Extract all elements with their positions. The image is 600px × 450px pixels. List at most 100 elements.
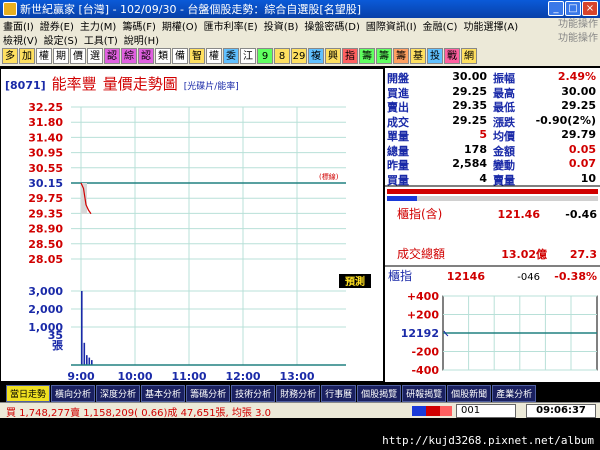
tab-4[interactable]: 籌碼分析 — [186, 384, 231, 402]
price-tick-label: 29.35 — [28, 207, 63, 220]
toolbar-button[interactable]: 權 — [206, 48, 222, 64]
toolbar-button[interactable]: 籌 — [359, 48, 375, 64]
tab-1[interactable]: 橫向分析 — [51, 384, 96, 402]
tab-9[interactable]: 研報揭覽 — [402, 384, 447, 402]
toolbar-button[interactable]: 網 — [461, 48, 477, 64]
toolbar-button[interactable]: 籌 — [376, 48, 392, 64]
index-change: -0.46 — [565, 208, 597, 221]
price-tick-label: 30.95 — [28, 147, 63, 160]
mini-index-pct: -0.38% — [554, 270, 597, 283]
price-chart-panel: [8071] 能率豐 量價走勢圖 [光碟片/能率] 32.25 31.80 31.4… — [0, 68, 385, 383]
menu-item[interactable]: 畫面(I) — [0, 18, 37, 33]
mini-index-label: 櫃指 — [388, 268, 412, 283]
toolbar-button[interactable]: 智 — [189, 48, 205, 64]
toolbar-button[interactable]: 基 — [410, 48, 426, 64]
menu-hint-secondary: 功能操作 — [558, 33, 598, 44]
toolbar-button[interactable]: 加 — [19, 48, 35, 64]
menu-item[interactable]: 主力(M) — [77, 18, 119, 33]
toolbar-button[interactable]: 9 — [257, 48, 273, 64]
tab-6[interactable]: 財務分析 — [276, 384, 321, 402]
toolbar-button[interactable]: 江 — [240, 48, 256, 64]
toolbar-button[interactable]: 價 — [70, 48, 86, 64]
tab-8[interactable]: 個股揭覽 — [357, 384, 402, 402]
volume-bar — [88, 357, 91, 365]
tab-0[interactable]: 當日走勢 — [6, 384, 51, 402]
strength-bar-rest — [417, 196, 598, 201]
toolbar-button[interactable]: 選 — [87, 48, 103, 64]
tab-2[interactable]: 深度分析 — [96, 384, 141, 402]
menu-item[interactable]: 國際資訊(I) — [363, 18, 420, 33]
menu-item[interactable]: 期權(O) — [159, 18, 201, 33]
toolbar-button[interactable]: 籌 — [393, 48, 409, 64]
toolbar-button[interactable]: 投 — [427, 48, 443, 64]
close-button[interactable]: × — [582, 1, 598, 16]
menu-item[interactable]: 工具(T) — [81, 32, 121, 47]
menu-item[interactable]: 籌碼(F) — [119, 18, 159, 33]
time-tick-label: 11:00 — [171, 370, 206, 383]
tab-5[interactable]: 技術分析 — [231, 384, 276, 402]
page-number-field[interactable]: 001 — [456, 404, 516, 418]
time-tick-label: 13:00 — [279, 370, 314, 383]
menu-item[interactable]: 操盤密碼(D) — [301, 18, 363, 33]
toolbar-button[interactable]: 29 — [291, 48, 307, 64]
toolbar-button[interactable]: 8 — [274, 48, 290, 64]
index-label: 櫃指(含) — [397, 206, 442, 221]
price-area-fill — [81, 183, 87, 214]
price-tick-label: 30.15 — [28, 177, 63, 190]
volume-tick-label: 3,000 — [28, 285, 63, 298]
toolbar-button[interactable]: 委 — [223, 48, 239, 64]
toolbar-button[interactable]: 多 — [2, 48, 18, 64]
toolbar-button[interactable]: 綜 — [121, 48, 137, 64]
menu-bar: 畫面(I) 證券(E) 主力(M) 籌碼(F) 期權(O) 匯市利率(E) 投資(B) 操盤密… — [0, 18, 600, 33]
price-tick-label: 28.50 — [28, 238, 63, 251]
tab-11[interactable]: 產業分析 — [492, 384, 537, 402]
toolbar-button[interactable]: 權 — [36, 48, 52, 64]
total-amount-value: 13.02億 — [501, 247, 547, 261]
mini-tick-label: +200 — [407, 309, 440, 322]
signal-bar-icon — [412, 406, 452, 416]
tab-7[interactable]: 行事曆 — [321, 384, 357, 402]
total-amount-label: 成交總額 — [397, 246, 445, 261]
toolbar-button[interactable]: 類 — [155, 48, 171, 64]
volume-bar — [81, 291, 83, 365]
time-tick-label: 10:00 — [117, 370, 152, 383]
status-bar: 買 1,748,277賣 1,158,209( 0.66)成 47,651張, … — [0, 402, 600, 419]
tab-3[interactable]: 基本分析 — [141, 384, 186, 402]
function-tabs: 當日走勢 橫向分析 深度分析 基本分析 籌碼分析 技術分析 財務分析 行事曆 個股揭覽 研報揭覽個… — [0, 384, 600, 402]
app-icon — [3, 2, 17, 16]
market-ticker: 買 1,748,277賣 1,158,209( 0.66)成 47,651張, … — [6, 408, 271, 419]
tab-10[interactable]: 個股新聞 — [447, 384, 492, 402]
minimize-button[interactable]: _ — [548, 1, 564, 16]
price-tick-label: 31.40 — [28, 131, 63, 144]
toolbar-button[interactable]: 備 — [172, 48, 188, 64]
menu-item[interactable]: 檢視(V) — [0, 32, 41, 47]
window-title: 新世紀贏家 [台灣] - 102/09/30 - 台盤個股走勢：綜合自選股[名望… — [20, 3, 361, 16]
menu-item[interactable]: 證券(E) — [37, 18, 77, 33]
title-bar: 新世紀贏家 [台灣] - 102/09/30 - 台盤個股走勢：綜合自選股[名望… — [0, 0, 600, 18]
toolbar-button[interactable]: 戰 — [444, 48, 460, 64]
footer: http://kujd3268.pixnet.net/album — [0, 418, 600, 450]
menu-item[interactable]: 設定(S) — [41, 32, 81, 47]
toolbar-button[interactable]: 興 — [325, 48, 341, 64]
menu-hint: 功能操作 — [558, 19, 598, 30]
maximize-button[interactable]: □ — [565, 1, 581, 16]
toolbar-button[interactable]: 認 — [104, 48, 120, 64]
mini-tick-label: 12192 — [401, 327, 439, 340]
menu-item[interactable]: 金融(C) — [420, 18, 461, 33]
reference-line-label: (標線) — [319, 172, 339, 181]
menu-item[interactable]: 功能選擇(A) — [460, 18, 521, 33]
price-chart[interactable]: 32.25 31.80 31.40 30.95 30.55 30.15 29.75 29.35… — [1, 69, 385, 383]
menu-item[interactable]: 投資(B) — [261, 18, 302, 33]
time-tick-label: 9:00 — [67, 370, 95, 383]
toolbar-button[interactable]: 認 — [138, 48, 154, 64]
toolbar-button[interactable]: 複 — [308, 48, 324, 64]
menu-item[interactable]: 匯市利率(E) — [201, 18, 261, 33]
index-panel: 櫃指(含) 121.46 -0.46 成交總額 13.02億 27.3 櫃指 12146 -04… — [385, 185, 600, 377]
menu-item[interactable]: 說明(H) — [121, 32, 162, 47]
toolbar-button[interactable]: 期 — [53, 48, 69, 64]
volume-bar — [86, 355, 88, 365]
price-tick-label: 28.90 — [28, 223, 63, 236]
strength-bar-up — [387, 189, 598, 194]
toolbar-button[interactable]: 指 — [342, 48, 358, 64]
volume-bar — [83, 342, 86, 365]
